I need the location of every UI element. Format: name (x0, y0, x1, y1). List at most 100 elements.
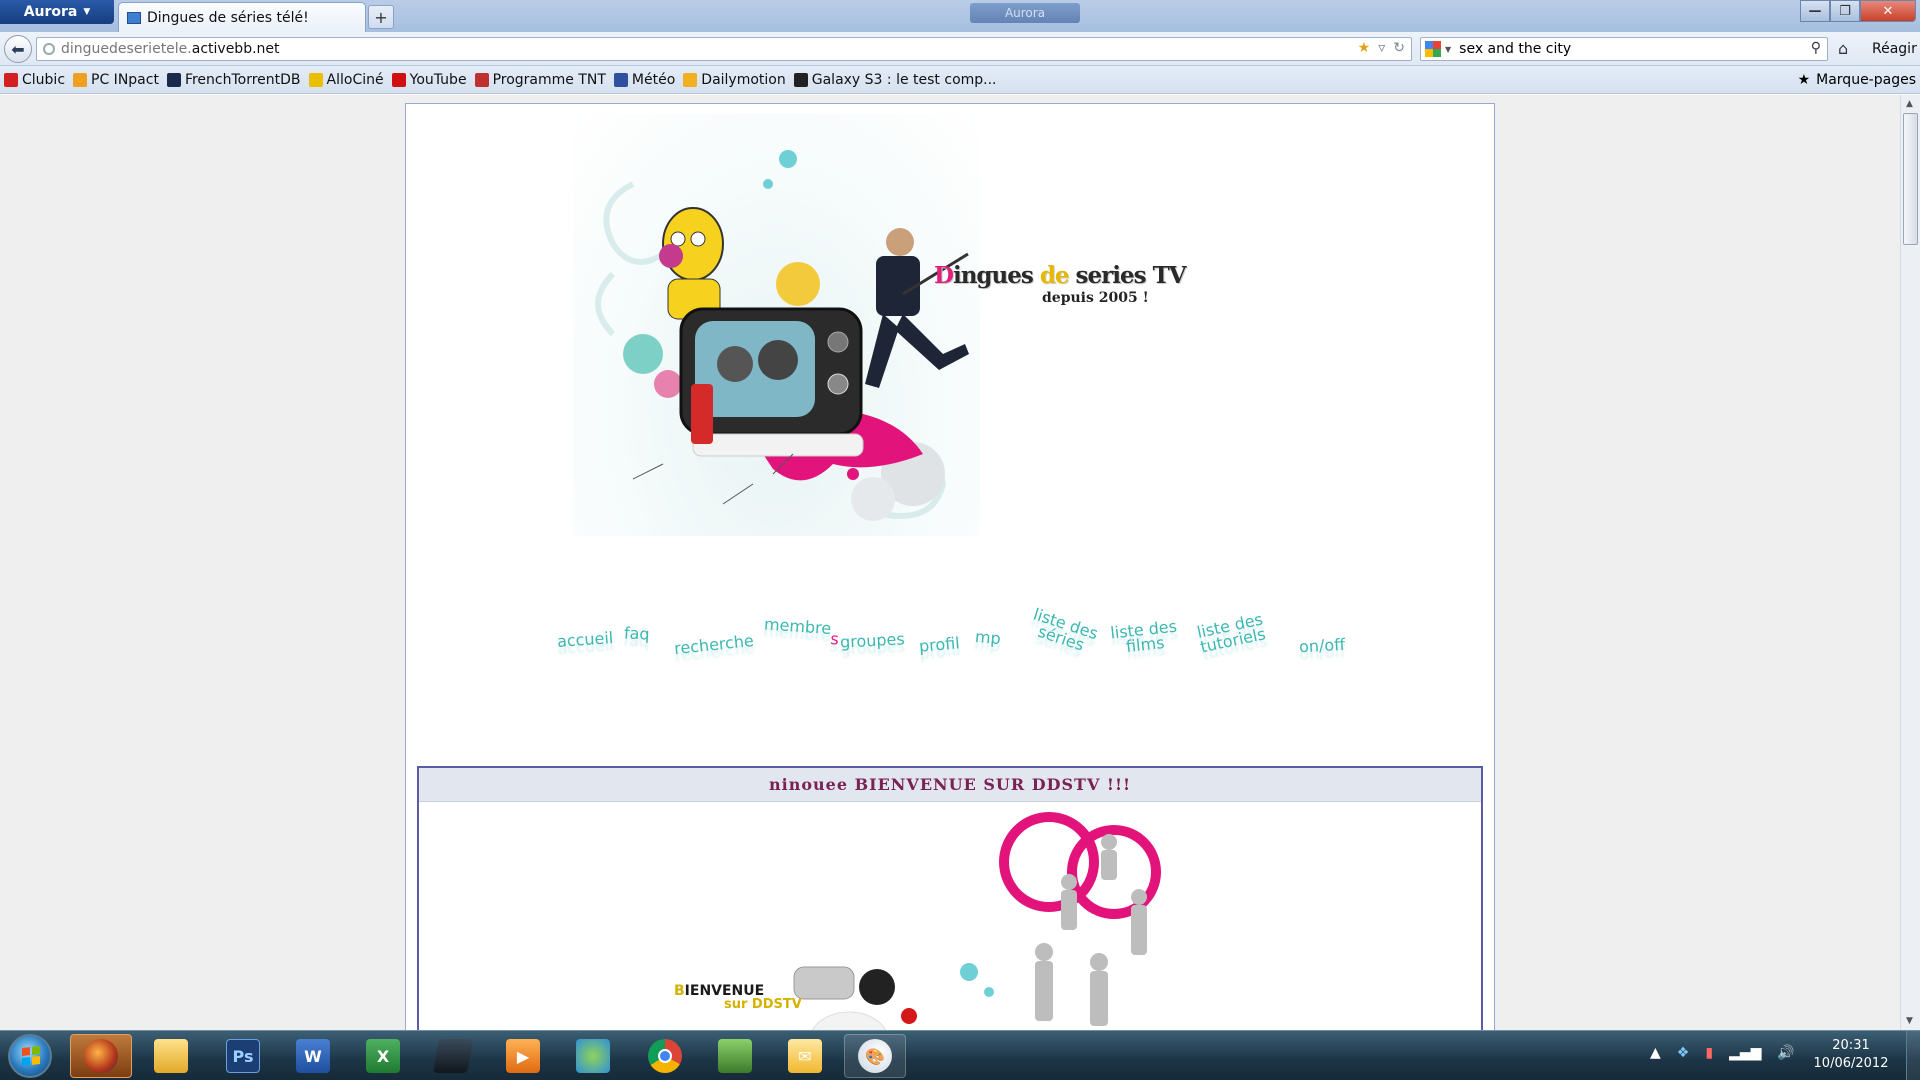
bookmark-label: YouTube (409, 71, 467, 88)
menu-recherche[interactable]: recherche (673, 631, 754, 658)
bookmark-item[interactable]: Programme TNT (474, 71, 606, 88)
taskbar-paint[interactable]: 🎨 (844, 1034, 906, 1078)
windows-logo-icon (22, 1046, 40, 1066)
header-banner-image (573, 114, 980, 536)
home-icon[interactable]: ⌂ (1838, 39, 1848, 58)
volume-icon[interactable]: 🔊 (1777, 1045, 1794, 1061)
game-icon (718, 1039, 752, 1073)
scrollbar-thumb[interactable] (1903, 113, 1918, 245)
reload-icon[interactable]: ↻ (1393, 40, 1405, 56)
close-button[interactable]: ✕ (1860, 0, 1916, 22)
bookmark-item[interactable]: AlloCiné (308, 71, 384, 88)
taskbar-outlook[interactable]: ✉ (774, 1034, 836, 1078)
bookmark-item[interactable]: Dailymotion (683, 71, 786, 88)
taskbar-game[interactable] (704, 1034, 766, 1078)
bookmark-item[interactable]: Météo (613, 71, 676, 88)
bookmark-label: FrenchTorrentDB (184, 71, 301, 88)
taskbar-chrome[interactable] (634, 1034, 696, 1078)
start-button[interactable] (8, 1034, 52, 1078)
bookmark-favicon-icon (613, 72, 628, 87)
bookmark-item[interactable]: Clubic (4, 72, 65, 88)
menu-membres[interactable]: membres (763, 614, 840, 648)
search-bar[interactable]: ▼ sex and the city ⚲ (1420, 37, 1828, 61)
menu-liste-films[interactable]: liste des films (1109, 617, 1180, 656)
mail-icon: ✉ (788, 1039, 822, 1073)
battery-icon[interactable]: ▮ (1705, 1045, 1713, 1061)
show-desktop-button[interactable] (1906, 1031, 1920, 1080)
bookmark-label: Dailymotion (701, 71, 786, 88)
welcome-heading: ninouee BIENVENUE SUR DDSTV !!! (419, 768, 1481, 802)
back-button[interactable]: ⬅ (4, 35, 32, 63)
bookmark-item[interactable]: FrenchTorrentDB (166, 71, 301, 88)
bookmark-favicon-icon (308, 72, 323, 87)
network-icon[interactable]: ▂▄▆ (1729, 1045, 1761, 1061)
chrome-icon (648, 1039, 682, 1073)
scroll-down-icon[interactable]: ▼ (1906, 1016, 1913, 1026)
search-icon[interactable]: ⚲ (1811, 40, 1821, 56)
chevron-down-icon[interactable]: ▼ (1445, 45, 1451, 54)
messenger-icon (576, 1039, 610, 1073)
vertical-scrollbar[interactable]: ▲ ▼ (1900, 95, 1920, 1030)
bookmark-item[interactable]: YouTube (391, 71, 467, 88)
dropbox-icon[interactable]: ❖ (1677, 1045, 1690, 1061)
taskbar-messenger[interactable] (562, 1034, 624, 1078)
menu-groupes[interactable]: groupes (840, 629, 906, 651)
system-tray: ▲ ❖ ▮ ▂▄▆ 🔊 (1650, 1045, 1795, 1061)
taskbar-clock[interactable]: 20:31 10/06/2012 (1806, 1037, 1896, 1073)
menu-liste-tutoriels[interactable]: liste des tutoriels (1195, 609, 1267, 656)
clock-date: 10/06/2012 (1813, 1056, 1889, 1071)
page-viewport: Dingues de series TV depuis 2005 ! accue… (0, 95, 1900, 1030)
menu-accueil[interactable]: accueil (556, 628, 613, 651)
taskbar-word[interactable]: W (282, 1034, 344, 1078)
menu-faq[interactable]: faq (624, 623, 651, 643)
google-icon[interactable] (1425, 41, 1441, 57)
taskbar-excel[interactable]: X (352, 1034, 414, 1078)
taskbar-photoshop[interactable]: Ps (212, 1034, 274, 1078)
taskbar-media-player[interactable]: ▶ (492, 1034, 554, 1078)
taskbar-dvd-maker[interactable] (422, 1034, 484, 1078)
bookmarks-menu-label: Marque-pages (1816, 72, 1916, 88)
site-subtitle: depuis 2005 ! (1042, 290, 1149, 306)
bookmark-label: AlloCiné (326, 71, 384, 88)
maximize-button[interactable]: ❐ (1830, 0, 1860, 22)
tab-active[interactable]: Dingues de séries télé! (118, 2, 366, 32)
taskbar-explorer[interactable] (140, 1034, 202, 1078)
header-illustration (595, 150, 969, 521)
chevron-down-icon: ▼ (83, 7, 91, 17)
bookmarks-menu-button[interactable]: ★ Marque-pages (1798, 72, 1916, 88)
reagir-button[interactable]: Réagir (1872, 41, 1917, 57)
aurora-icon (84, 1039, 118, 1073)
menu-profil[interactable]: profil (918, 633, 960, 655)
window-controls: — ❐ ✕ (1800, 0, 1916, 22)
bookmarks-star-icon: ★ (1797, 72, 1811, 88)
bookmarks-bar: Clubic PC INpact FrenchTorrentDB AlloCiné Yo… (0, 66, 1920, 94)
search-input[interactable]: sex and the city (1459, 41, 1571, 57)
url-actions: ★ ▿ ↻ (1358, 40, 1405, 56)
menu-mp[interactable]: mp (974, 627, 1001, 648)
word-icon: W (296, 1039, 330, 1073)
scroll-up-icon[interactable]: ▲ (1906, 99, 1913, 109)
tray-expand-icon[interactable]: ▲ (1650, 1045, 1661, 1061)
excel-icon: X (366, 1039, 400, 1073)
bookmark-favicon-icon (683, 72, 698, 87)
monitor-icon (127, 11, 141, 24)
bookmark-favicon-icon (474, 72, 489, 87)
bookmark-label: Programme TNT (492, 71, 606, 88)
new-tab-button[interactable]: + (368, 5, 394, 29)
star-icon[interactable]: ★ (1358, 40, 1371, 56)
title-bar: Aurora ▼ Dingues de séries télé! + Auror… (0, 0, 1920, 32)
dropdown-icon[interactable]: ▿ (1378, 40, 1385, 56)
dvd-icon (433, 1039, 473, 1073)
taskbar-firefox-aurora[interactable] (70, 1034, 132, 1078)
arrow-left-icon: ⬅ (11, 39, 25, 59)
bookmark-item[interactable]: PC INpact (73, 72, 159, 88)
menu-liste-series[interactable]: liste des séries (1027, 605, 1100, 655)
bookmark-item[interactable]: Galaxy S3 : le test comp... (793, 72, 997, 88)
minimize-button[interactable]: — (1800, 0, 1830, 22)
bookmark-favicon-icon (391, 72, 406, 87)
aurora-menu-button[interactable]: Aurora ▼ (0, 0, 114, 24)
menu-on-off[interactable]: on/off (1299, 635, 1346, 656)
aurora-ghost-label: Aurora (970, 3, 1080, 23)
bookmark-label: Météo (631, 71, 676, 88)
url-bar[interactable]: dinguedeserietele. activebb.net ★ ▿ ↻ (36, 37, 1412, 61)
